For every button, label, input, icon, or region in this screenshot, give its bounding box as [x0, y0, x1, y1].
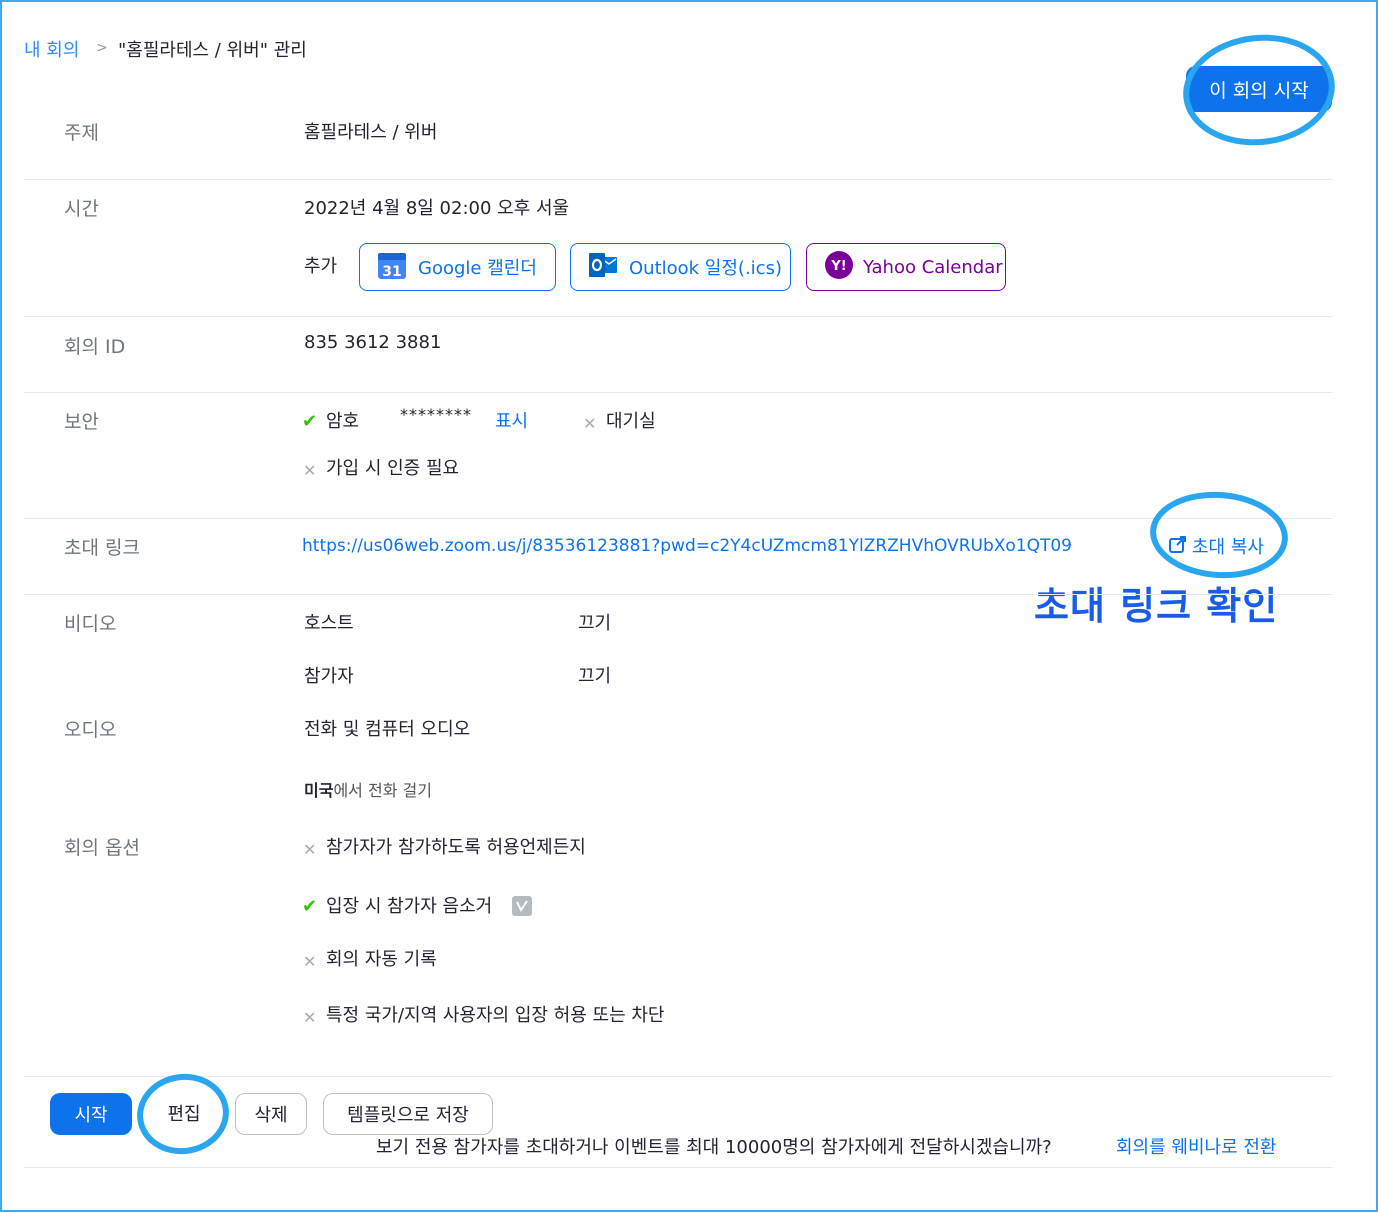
option-auto-record: 회의 자동 기록 [326, 949, 437, 970]
webinar-prompt: 보기 전용 참가자를 초대하거나 이벤트를 최대 10000명의 참가자에게 전… [376, 1137, 1052, 1158]
video-host-label: 호스트 [304, 613, 354, 634]
outlook-calendar-label: Outlook 일정(.ics) [629, 258, 782, 279]
divider [24, 1167, 1332, 1168]
security-label: 보안 [64, 411, 99, 433]
video-host-value: 끄기 [578, 613, 612, 634]
video-participant-value: 끄기 [578, 666, 612, 687]
time-label: 시간 [64, 198, 99, 220]
yahoo-calendar-button[interactable]: Y! Yahoo Calendar [806, 243, 1006, 291]
save-as-template-button[interactable]: 템플릿으로 저장 [323, 1093, 493, 1135]
audio-label: 오디오 [64, 719, 117, 741]
annotation-text: 초대 링크 확인 [1034, 584, 1279, 628]
passcode-label: 암호 [326, 411, 360, 432]
show-passcode-link[interactable]: 표시 [495, 407, 528, 433]
breadcrumb-my-meetings[interactable]: 내 회의 [24, 36, 79, 62]
check-icon: ✔ [302, 411, 318, 432]
video-label: 비디오 [64, 613, 117, 635]
add-to-calendar-label: 추가 [304, 256, 338, 277]
google-calendar-icon: 31 [376, 249, 408, 286]
auth-required-label: 가입 시 인증 필요 [326, 458, 460, 479]
topic-label: 주제 [64, 122, 99, 144]
cross-icon: ✕ [303, 461, 317, 480]
time-value: 2022년 4월 8일 02:00 오후 서울 [304, 198, 570, 219]
convert-to-webinar-link[interactable]: 회의를 웨비나로 전환 [1116, 1133, 1276, 1159]
breadcrumb-separator: > [96, 40, 108, 56]
invite-link-url[interactable]: https://us06web.zoom.us/j/83536123881?pw… [302, 536, 1072, 556]
video-participant-label: 참가자 [304, 666, 354, 687]
meeting-options-label: 회의 옵션 [64, 837, 140, 859]
dial-in-suffix: 에서 전화 걸기 [333, 781, 432, 800]
waiting-room-label: 대기실 [606, 411, 656, 432]
divider [24, 316, 1332, 317]
google-calendar-label: Google 캘린더 [418, 258, 537, 279]
delete-button[interactable]: 삭제 [235, 1093, 307, 1135]
option-join-anytime: 참가자가 참가하도록 허용언제든지 [326, 837, 586, 858]
cross-icon: ✕ [303, 952, 317, 971]
breadcrumb-current: "홈필라테스 / 위버" 관리 [118, 40, 307, 61]
divider [24, 179, 1332, 180]
option-mute-on-entry: 입장 시 참가자 음소거 [326, 896, 493, 917]
meeting-id-label: 회의 ID [64, 336, 126, 358]
option-region-block: 특정 국가/지역 사용자의 입장 허용 또는 차단 [326, 1005, 665, 1026]
divider [24, 392, 1332, 393]
outlook-calendar-button[interactable]: Outlook 일정(.ics) [570, 243, 791, 291]
cross-icon: ✕ [583, 414, 597, 433]
check-icon: ✔ [302, 896, 318, 917]
divider [24, 594, 1332, 595]
cross-icon: ✕ [303, 1008, 317, 1027]
info-badge-icon [512, 896, 532, 916]
meeting-id-value: 835 3612 3881 [304, 332, 442, 353]
svg-text:Y!: Y! [830, 259, 846, 274]
start-button[interactable]: 시작 [50, 1093, 132, 1135]
divider [24, 518, 1332, 519]
dial-in-info: 미국에서 전화 걸기 [304, 777, 432, 801]
svg-text:31: 31 [382, 264, 401, 280]
invite-link-label: 초대 링크 [64, 537, 140, 559]
divider [24, 1076, 1332, 1077]
cross-icon: ✕ [303, 840, 317, 859]
yahoo-calendar-label: Yahoo Calendar [863, 256, 1003, 278]
yahoo-icon: Y! [823, 249, 855, 286]
topic-value: 홈필라테스 / 위버 [304, 122, 438, 143]
google-calendar-button[interactable]: 31 Google 캘린더 [359, 243, 556, 291]
outlook-icon [587, 249, 619, 286]
passcode-value: ******** [400, 405, 472, 424]
dial-in-country: 미국 [304, 781, 334, 800]
audio-value: 전화 및 컴퓨터 오디오 [304, 719, 471, 740]
